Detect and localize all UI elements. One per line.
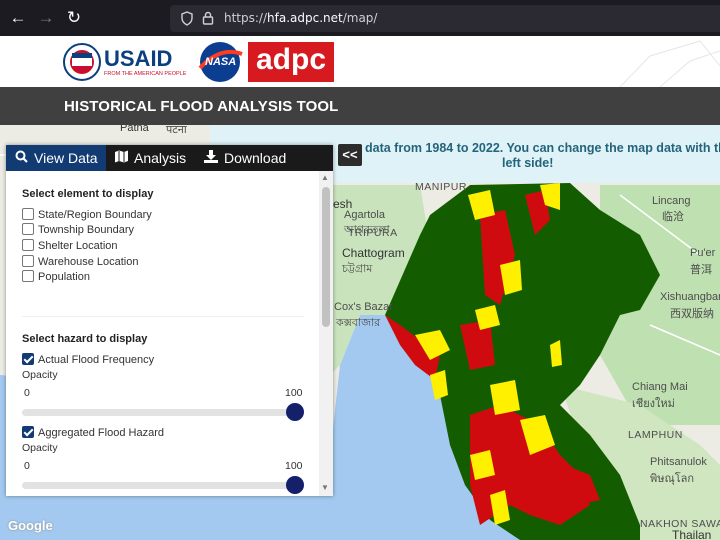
checkbox-box-checked[interactable] — [22, 353, 34, 365]
checkbox-population[interactable]: Population — [22, 270, 90, 284]
map-label-lincang: Lincang — [652, 195, 691, 207]
checkbox-box[interactable] — [22, 223, 34, 235]
scroll-down-icon[interactable]: ▼ — [321, 483, 329, 492]
map-label-chattogram-local: চট্টগ্রাম — [342, 263, 373, 275]
logo-strip: USAID FROM THE AMERICAN PEOPLE NASA adpc — [0, 36, 720, 87]
tab-analysis[interactable]: Analysis — [112, 145, 186, 171]
checkbox-aggregated-flood-hazard[interactable]: Aggregated Flood Hazard — [22, 426, 164, 440]
map-icon — [112, 145, 130, 171]
tab-download[interactable]: Download — [202, 145, 286, 171]
browser-toolbar: ← → ↻ https://hfa.adpc.net/map/ — [0, 0, 720, 36]
opacity-slider-thumb[interactable] — [286, 403, 304, 421]
checkbox-label: Township Boundary — [38, 224, 135, 236]
slider-max-label: 100 — [285, 387, 303, 399]
download-icon — [202, 145, 220, 171]
slider-min-label: 0 — [24, 387, 30, 399]
map-label-chiang-mai-local: เชียงใหม่ — [632, 398, 675, 410]
tab-download-label: Download — [224, 150, 287, 166]
checkbox-label: Actual Flood Frequency — [38, 354, 155, 366]
usaid-tagline: FROM THE AMERICAN PEOPLE — [104, 71, 187, 77]
checkbox-township-boundary[interactable]: Township Boundary — [22, 223, 134, 237]
slider-max-label: 100 — [285, 460, 303, 472]
map-label-puer-local: 普洱 — [690, 264, 712, 276]
scroll-up-icon[interactable]: ▲ — [321, 173, 329, 182]
checkbox-label: Aggregated Flood Hazard — [38, 427, 164, 439]
search-icon — [12, 145, 30, 171]
opacity-label: Opacity — [22, 369, 58, 381]
url-text: https://hfa.adpc.net/map/ — [224, 11, 378, 25]
nasa-logo-text: NASA — [205, 56, 237, 68]
map-label-xishuangbanna: Xishuangbann — [660, 291, 720, 303]
checkbox-box[interactable] — [22, 270, 34, 282]
section-divider — [22, 316, 304, 317]
checkbox-shelter-location[interactable]: Shelter Location — [22, 239, 118, 253]
map-label-phitsanulok: Phitsanulok — [650, 456, 707, 468]
tab-analysis-label: Analysis — [134, 150, 187, 166]
back-icon[interactable]: ← — [6, 6, 30, 30]
map-label-lamphun: LAMPHUN — [628, 429, 683, 441]
checkbox-box[interactable] — [22, 255, 34, 267]
checkbox-label: State/Region Boundary — [38, 209, 152, 221]
shield-icon — [181, 11, 193, 26]
panel-scrollbar[interactable]: ▲ ▼ — [319, 171, 333, 496]
checkbox-actual-flood-frequency[interactable]: Actual Flood Frequency — [22, 353, 154, 367]
google-logo: Google — [8, 518, 53, 533]
map-label-lincang-local: 临沧 — [662, 211, 684, 223]
panel-content: Select element to display State/Region B… — [6, 171, 319, 496]
map-label-chiang-mai: Chiang Mai — [632, 381, 688, 393]
checkbox-box[interactable] — [22, 208, 34, 220]
checkbox-warehouse-location[interactable]: Warehouse Location — [22, 255, 139, 269]
map-label-coxs-bazar-local: কক্সবাজার — [336, 317, 381, 329]
control-panel: View Data Analysis Download Select eleme… — [6, 145, 333, 496]
map-label-thailand: Thailan — [672, 528, 712, 540]
scrollbar-thumb[interactable] — [322, 187, 330, 327]
map-label-chattogram: Chattogram — [342, 246, 405, 260]
checkbox-box-checked[interactable] — [22, 426, 34, 438]
checkbox-label: Population — [38, 271, 90, 283]
opacity-slider-track[interactable] — [22, 482, 304, 489]
checkbox-state-region-boundary[interactable]: State/Region Boundary — [22, 208, 152, 222]
opacity-slider-thumb[interactable] — [286, 476, 304, 494]
opacity-label: Opacity — [22, 442, 58, 454]
hazard-heading: Select hazard to display — [22, 333, 148, 345]
adpc-logo-text: adpc — [256, 43, 327, 76]
checkbox-label: Shelter Location — [38, 240, 118, 252]
map-label-agartola: Agartola — [344, 209, 385, 221]
address-bar[interactable]: https://hfa.adpc.net/map/ — [170, 5, 720, 32]
lock-icon — [202, 11, 214, 25]
panel-tabs: View Data Analysis Download — [6, 145, 333, 171]
checkbox-box[interactable] — [22, 239, 34, 251]
map-label-phitsanulok-local: พิษณุโลก — [650, 473, 695, 485]
tab-view-data-label: View Data — [34, 150, 98, 166]
forward-icon[interactable]: → — [34, 6, 58, 30]
banner-line-1: data from 1984 to 2022. You can change t… — [365, 141, 720, 155]
elements-heading: Select element to display — [22, 188, 154, 200]
checkbox-label: Warehouse Location — [38, 256, 139, 268]
map-label-patna-local: पटना — [166, 125, 187, 136]
map-label-tripura: TRIPURA — [348, 227, 398, 239]
map-label-xishuangbanna-local: 西双版纳 — [670, 308, 714, 320]
map-label-manipur: MANIPUR — [415, 181, 467, 193]
app-header: HISTORICAL FLOOD ANALYSIS TOOL — [0, 87, 720, 125]
map-label-puer: Pu'er — [690, 247, 716, 259]
banner-line-2: left side! — [502, 156, 554, 170]
tab-view-data[interactable]: View Data — [6, 145, 106, 171]
reload-icon[interactable]: ↻ — [62, 6, 86, 30]
collapse-panel-button[interactable]: << — [338, 144, 362, 166]
map-label-coxs-bazar: Cox's Bazar — [334, 301, 393, 313]
usaid-logo-text: USAID — [104, 46, 173, 71]
map-label-patna: Patna — [120, 125, 149, 134]
app-title: HISTORICAL FLOOD ANALYSIS TOOL — [64, 98, 339, 115]
slider-min-label: 0 — [24, 460, 30, 472]
opacity-slider-track[interactable] — [22, 409, 304, 416]
